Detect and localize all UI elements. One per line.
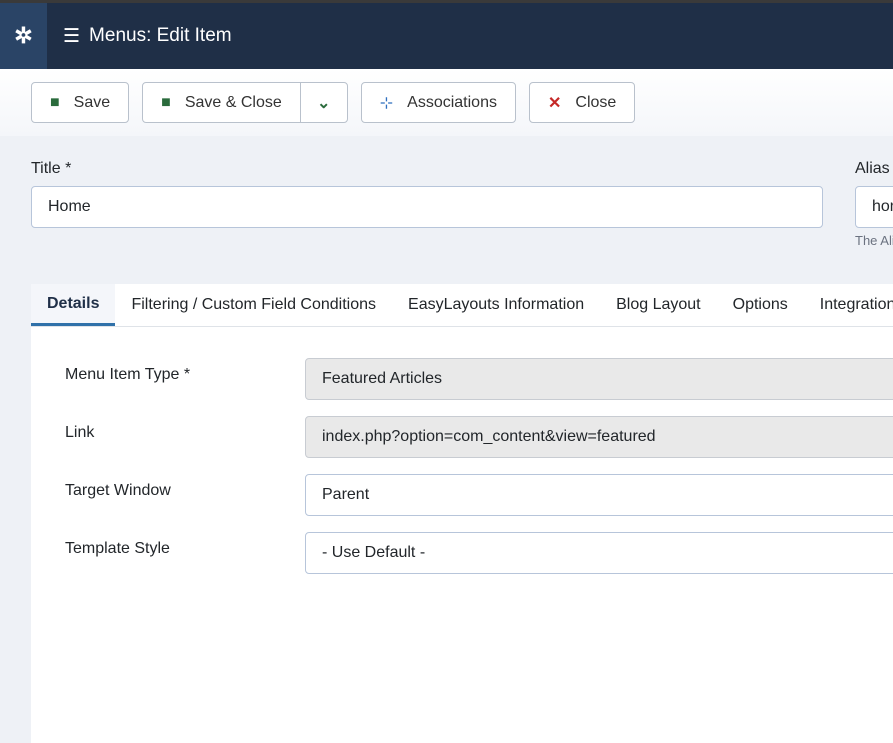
- list-icon: ☰: [63, 25, 81, 47]
- title-label: Title *: [31, 160, 72, 177]
- save-icon: ■: [161, 93, 171, 111]
- close-button[interactable]: ✕ Close: [528, 82, 636, 123]
- header: ✲ ☰ Menus: Edit Item: [0, 3, 893, 69]
- link-field: index.php?option=com_content&view=featur…: [305, 416, 893, 458]
- page-title: Menus: Edit Item: [89, 25, 232, 46]
- menu-item-type-label: Menu Item Type *: [65, 366, 191, 383]
- alias-input[interactable]: home: [855, 186, 893, 228]
- tab-easylayouts[interactable]: EasyLayouts Information: [392, 284, 600, 326]
- target-window-label: Target Window: [65, 482, 171, 499]
- menu-item-type-field: Featured Articles: [305, 358, 893, 400]
- tab-integration[interactable]: Integration: [804, 284, 893, 326]
- save-close-button[interactable]: ■ Save & Close: [143, 83, 300, 122]
- joomla-icon[interactable]: ✲: [0, 3, 47, 69]
- toolbar: ■ Save ■ Save & Close ⌄ ⊹ Associations ✕ Clo…: [0, 69, 893, 136]
- template-style-select[interactable]: - Use Default -: [305, 532, 893, 574]
- associations-button[interactable]: ⊹ Associations: [360, 82, 516, 123]
- tab-blog-layout[interactable]: Blog Layout: [600, 284, 717, 326]
- tab-filtering[interactable]: Filtering / Custom Field Conditions: [115, 284, 392, 326]
- tab-panel: Details Filtering / Custom Field Conditi…: [31, 284, 893, 743]
- alias-label: Alias: [855, 160, 890, 177]
- save-button[interactable]: ■ Save: [31, 82, 130, 123]
- tab-list: Details Filtering / Custom Field Conditi…: [31, 284, 893, 327]
- save-close-button-group: ■ Save & Close ⌄: [142, 82, 348, 123]
- target-window-select[interactable]: Parent: [305, 474, 893, 516]
- chevron-down-icon[interactable]: ⌄: [299, 83, 347, 122]
- compress-icon: ⊹: [379, 94, 394, 112]
- tab-options[interactable]: Options: [717, 284, 804, 326]
- tab-details[interactable]: Details: [31, 284, 116, 326]
- close-icon: ✕: [547, 94, 562, 112]
- alias-help-text: The Alias: [855, 233, 893, 248]
- save-icon: ■: [50, 93, 60, 111]
- title-input[interactable]: Home: [31, 186, 823, 228]
- template-style-label: Template Style: [65, 540, 170, 557]
- link-label: Link: [65, 424, 95, 441]
